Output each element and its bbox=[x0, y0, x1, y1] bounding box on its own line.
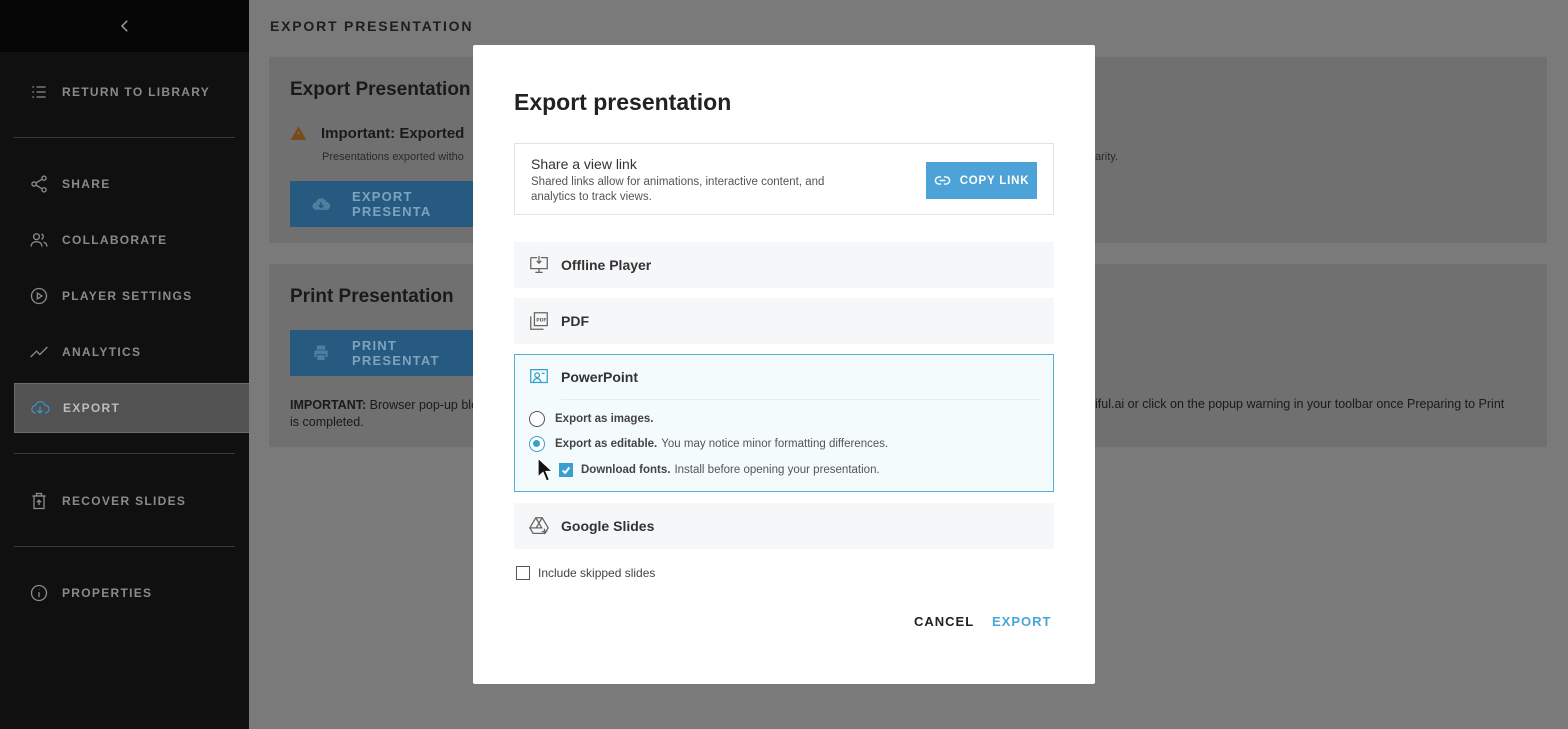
radio-button-selected[interactable] bbox=[529, 436, 545, 452]
checkbox-checked[interactable] bbox=[559, 463, 573, 477]
option-label: PowerPoint bbox=[561, 369, 639, 385]
download-fonts-checkbox[interactable]: Download fonts. Install before opening yo… bbox=[559, 463, 880, 477]
export-presentation-label: EXPORT PRESENTA bbox=[352, 189, 432, 219]
monitor-download-icon bbox=[528, 254, 550, 276]
warning-icon bbox=[290, 126, 307, 140]
export-warning: Important: Exported bbox=[290, 125, 464, 142]
include-skipped-slides-label: Include skipped slides bbox=[538, 566, 656, 580]
copy-link-button[interactable]: COPY LINK bbox=[926, 162, 1037, 199]
export-warning-text: Presentations exported witho bbox=[322, 151, 464, 163]
share-icon bbox=[28, 173, 50, 195]
divider bbox=[14, 546, 235, 547]
sidebar-item-return-to-library[interactable]: RETURN TO LIBRARY bbox=[14, 67, 249, 117]
link-icon bbox=[934, 176, 950, 185]
list-icon bbox=[28, 81, 50, 103]
export-warning-text-right: arity. bbox=[1095, 151, 1119, 163]
option-google-slides[interactable]: Google Slides bbox=[514, 503, 1054, 549]
sidebar: RETURN TO LIBRARY SHARE COLLABORATE PLAY… bbox=[0, 0, 249, 729]
divider bbox=[561, 399, 1041, 400]
sidebar-item-label: EXPORT bbox=[63, 401, 121, 415]
sidebar-item-export[interactable]: EXPORT bbox=[14, 383, 249, 433]
export-button[interactable]: EXPORT bbox=[992, 614, 1051, 629]
checkbox[interactable] bbox=[516, 566, 530, 580]
drive-icon bbox=[528, 515, 550, 537]
export-presentation-button[interactable]: EXPORT PRESENTA bbox=[290, 181, 480, 227]
sidebar-item-label: PLAYER SETTINGS bbox=[62, 289, 193, 303]
option-label: Offline Player bbox=[561, 257, 652, 273]
play-circle-icon bbox=[28, 285, 50, 307]
cloud-download-icon bbox=[312, 198, 331, 210]
cancel-button[interactable]: CANCEL bbox=[914, 614, 974, 629]
copy-link-label: COPY LINK bbox=[959, 174, 1030, 187]
export-warning-title: Important: Exported bbox=[321, 125, 465, 142]
info-icon bbox=[28, 582, 50, 604]
divider bbox=[14, 137, 235, 138]
sidebar-item-label: ANALYTICS bbox=[62, 345, 142, 359]
users-icon bbox=[28, 229, 50, 251]
export-card-title: Export Presentation bbox=[290, 79, 471, 100]
presenter-icon bbox=[528, 366, 550, 388]
sidebar-item-share[interactable]: SHARE bbox=[14, 159, 249, 209]
export-as-editable-radio[interactable]: Export as editable. You may notice minor … bbox=[529, 436, 888, 452]
print-card-title: Print Presentation bbox=[290, 286, 454, 307]
print-presentation-button[interactable]: PRINT PRESENTAT bbox=[290, 330, 480, 376]
sidebar-item-label: PROPERTIES bbox=[62, 586, 153, 600]
share-link-title: Share a view link bbox=[531, 156, 637, 172]
sidebar-item-analytics[interactable]: ANALYTICS bbox=[14, 327, 249, 377]
sidebar-item-collaborate[interactable]: COLLABORATE bbox=[14, 215, 249, 265]
sidebar-item-properties[interactable]: PROPERTIES bbox=[14, 568, 249, 618]
share-link-description: Shared links allow for animations, inter… bbox=[531, 176, 825, 203]
modal-title: Export presentation bbox=[514, 89, 732, 115]
export-as-images-radio[interactable]: Export as images. bbox=[529, 411, 657, 427]
include-skipped-slides-checkbox[interactable]: Include skipped slides bbox=[516, 566, 655, 580]
page-title: EXPORT PRESENTATION bbox=[270, 18, 474, 34]
radio-button[interactable] bbox=[529, 411, 545, 427]
check-icon bbox=[561, 466, 571, 475]
cloud-download-icon bbox=[29, 397, 51, 419]
sidebar-item-recover-slides[interactable]: RECOVER SLIDES bbox=[14, 476, 249, 526]
option-pdf[interactable]: PDF PDF bbox=[514, 298, 1054, 344]
print-note: IMPORTANT: Browser pop-up blo is complet… bbox=[290, 398, 479, 429]
export-modal: Export presentation Share a view link Sh… bbox=[473, 45, 1095, 684]
sidebar-item-label: RETURN TO LIBRARY bbox=[62, 85, 211, 99]
svg-text:PDF: PDF bbox=[536, 317, 546, 323]
option-label: PDF bbox=[561, 313, 589, 329]
share-link-box: Share a view link Shared links allow for… bbox=[514, 143, 1054, 215]
printer-icon bbox=[314, 345, 328, 361]
divider bbox=[14, 453, 235, 454]
mouse-cursor-icon bbox=[537, 457, 555, 482]
trash-restore-icon bbox=[28, 490, 50, 512]
option-label: Google Slides bbox=[561, 518, 655, 534]
trend-icon bbox=[28, 341, 50, 363]
chevron-left-icon bbox=[120, 20, 128, 32]
option-powerpoint[interactable]: PowerPoint Export as images. Export as e… bbox=[514, 354, 1054, 492]
option-offline-player[interactable]: Offline Player bbox=[514, 242, 1054, 288]
sidebar-item-player-settings[interactable]: PLAYER SETTINGS bbox=[14, 271, 249, 321]
pdf-icon: PDF bbox=[528, 310, 550, 332]
print-presentation-label: PRINT PRESENTAT bbox=[352, 338, 440, 368]
sidebar-item-label: RECOVER SLIDES bbox=[62, 494, 187, 508]
print-note-right: iful.ai or click on the popup warning in… bbox=[1095, 397, 1505, 411]
sidebar-item-label: COLLABORATE bbox=[62, 233, 168, 247]
collapse-sidebar-button[interactable] bbox=[0, 0, 249, 52]
sidebar-item-label: SHARE bbox=[62, 177, 111, 191]
